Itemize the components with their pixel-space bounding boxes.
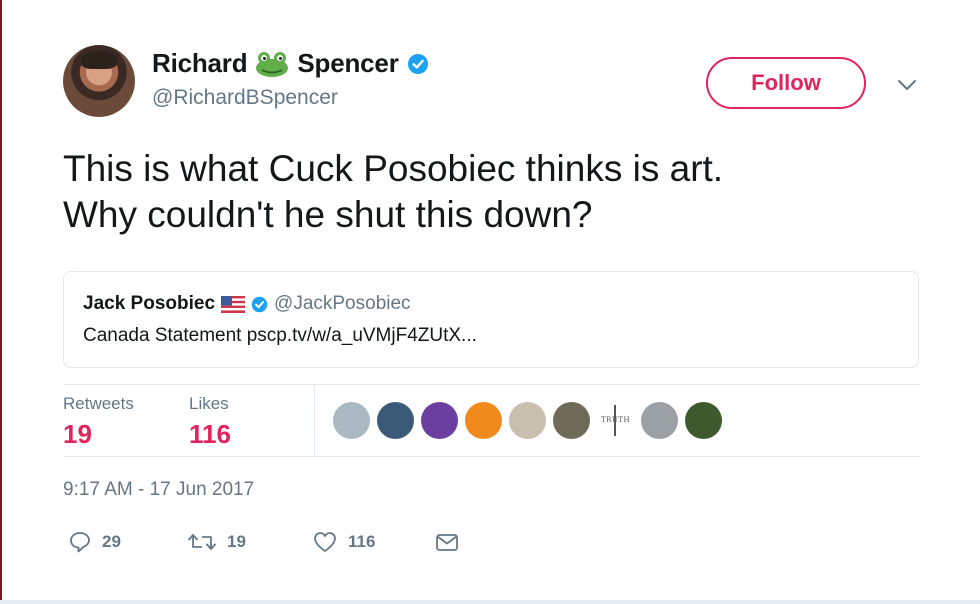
- author-name-row: Richard Spencer: [152, 48, 429, 79]
- likes-stat-value: 116: [189, 419, 231, 449]
- like-button[interactable]: 116: [312, 530, 375, 554]
- reply-button[interactable]: 29: [68, 530, 121, 554]
- stats-top-divider: [63, 384, 919, 385]
- window-left-edge: [0, 0, 2, 604]
- default-avatar[interactable]: [333, 402, 370, 439]
- group-avatar[interactable]: [553, 402, 590, 439]
- outdoor-avatar[interactable]: [685, 402, 722, 439]
- mail-icon: [436, 534, 458, 551]
- stats-bottom-divider: [63, 456, 919, 457]
- verified-badge-icon: [407, 53, 429, 75]
- tweet-text: This is what Cuck Posobiec thinks is art…: [63, 146, 923, 238]
- quoted-tweet-header: Jack Posobiec @JackPosobiec: [83, 293, 411, 315]
- retweets-stat-label: Retweets: [63, 394, 134, 413]
- quoted-tweet-text: Canada Statement pscp.tv/w/a_uVMjF4ZUtX.…: [83, 325, 477, 346]
- quoted-author-name: Jack Posobiec: [83, 293, 216, 314]
- author-first-name[interactable]: Richard: [152, 48, 248, 79]
- reply-count: 29: [102, 532, 121, 551]
- truth-avatar[interactable]: TRUTH: [597, 402, 634, 439]
- chevron-down-icon[interactable]: [894, 74, 920, 96]
- liker-avatars: TRUTH: [333, 402, 722, 439]
- follow-button[interactable]: Follow: [706, 57, 866, 109]
- us-flag-icon: [221, 295, 246, 313]
- retweet-count: 19: [227, 532, 246, 551]
- frog-icon: [255, 50, 289, 78]
- likes-stat-label: Likes: [189, 394, 229, 413]
- retweets-stat-value: 19: [63, 419, 92, 449]
- heart-icon: [314, 532, 336, 552]
- tweet-text-line-1: This is what Cuck Posobiec thinks is art…: [63, 148, 724, 189]
- retweets-stat[interactable]: Retweets 19: [63, 394, 134, 450]
- author-last-name[interactable]: Spencer: [297, 48, 398, 79]
- likes-stat[interactable]: Likes 116: [189, 394, 231, 450]
- photo-avatar[interactable]: [509, 402, 546, 439]
- author-handle[interactable]: @RichardBSpencer: [152, 86, 338, 110]
- direct-message-button[interactable]: [434, 530, 460, 554]
- like-count: 116: [348, 532, 376, 551]
- retweet-icon: [188, 534, 216, 550]
- tweet-text-line-2: Why couldn't he shut this down?: [63, 194, 593, 235]
- grey-avatar[interactable]: [641, 402, 678, 439]
- purple-avatar[interactable]: [421, 402, 458, 439]
- quoted-verified-badge-icon: [251, 296, 268, 313]
- reply-icon: [70, 532, 90, 553]
- tweet-timestamp[interactable]: 9:17 AM - 17 Jun 2017: [63, 479, 254, 501]
- author-avatar[interactable]: [63, 45, 135, 117]
- gaming-avatar[interactable]: [377, 402, 414, 439]
- retweet-button[interactable]: 19: [187, 530, 246, 554]
- orange-avatar[interactable]: [465, 402, 502, 439]
- window-bottom-edge: [0, 600, 980, 604]
- cross-mark: [614, 405, 616, 436]
- quoted-tweet-card[interactable]: Jack Posobiec @JackPosobiec Canada State…: [63, 271, 919, 368]
- quoted-author-handle: @JackPosobiec: [274, 293, 411, 314]
- stats-vertical-divider: [314, 386, 315, 456]
